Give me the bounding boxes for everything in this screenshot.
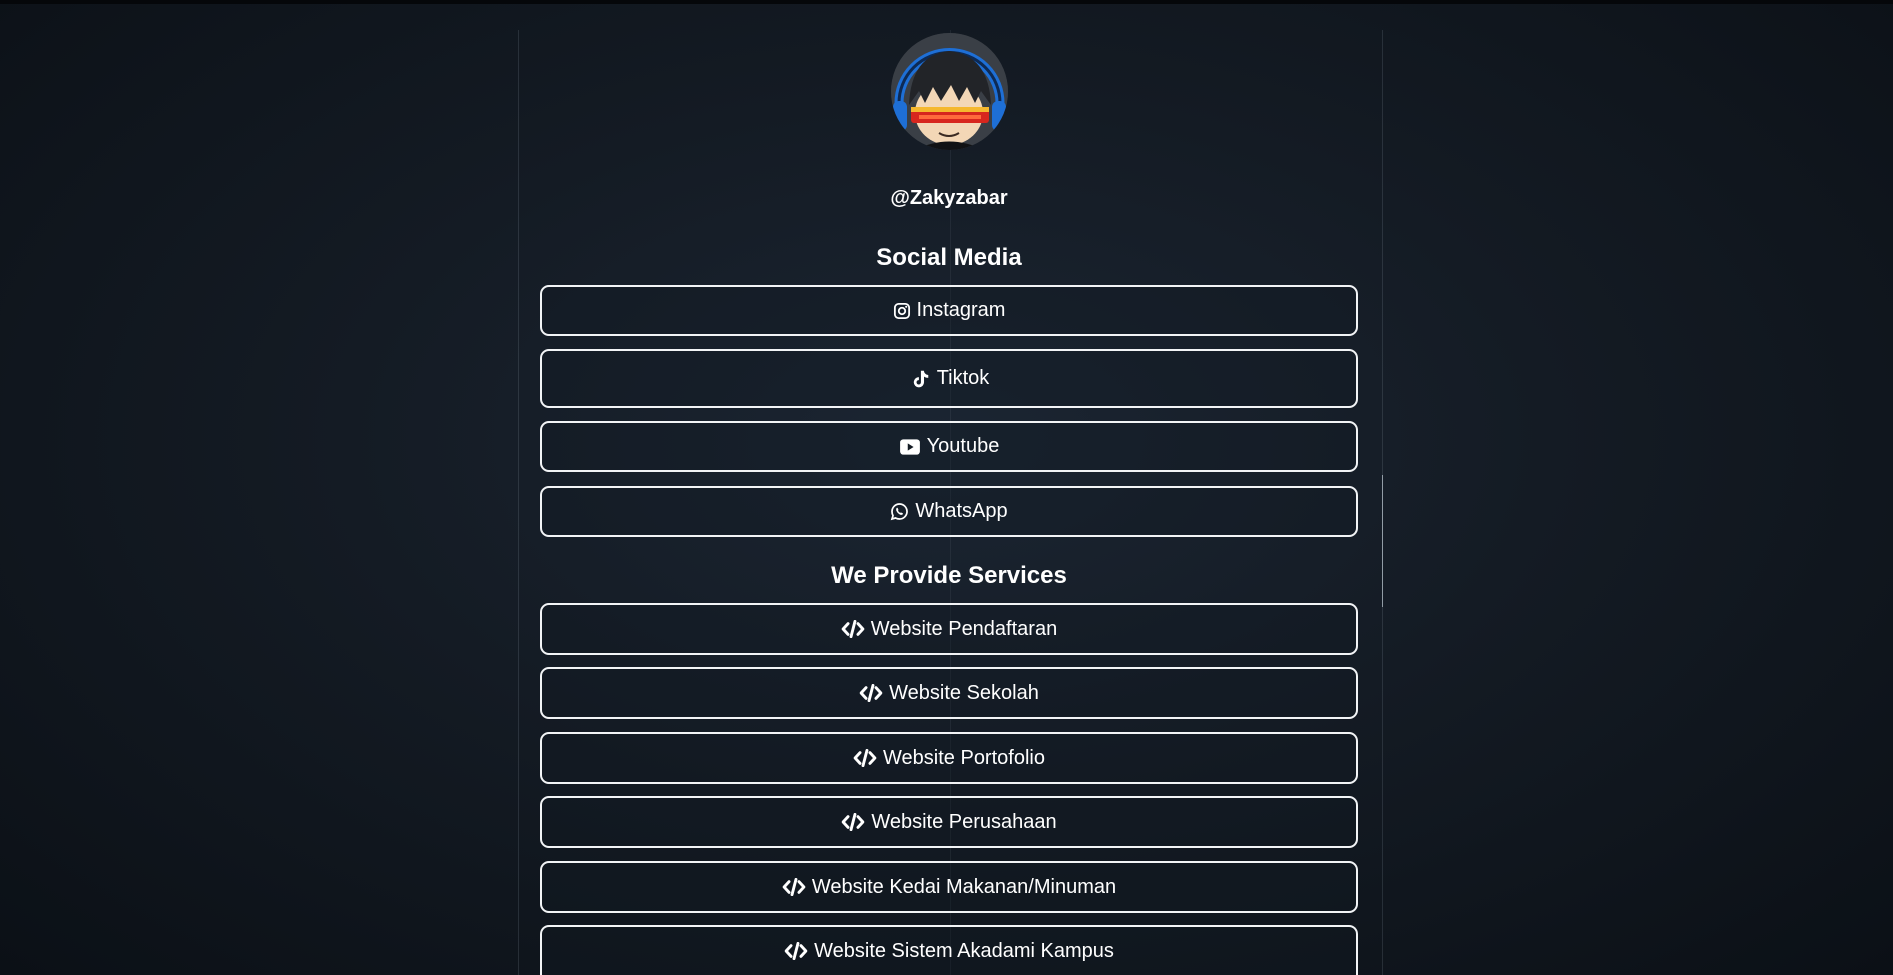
service-link-button[interactable]: Website Perusahaan (540, 796, 1358, 848)
youtube-link-label: Youtube (926, 435, 1000, 457)
whatsapp-link-label: WhatsApp (915, 500, 1008, 522)
code-icon (853, 749, 877, 767)
youtube-icon (899, 438, 921, 456)
instagram-link-label: Instagram (916, 299, 1006, 321)
service-link-label: Website Sistem Akadami Kampus (814, 939, 1114, 962)
service-link-label: Website Portofolio (883, 746, 1045, 769)
avatar (891, 33, 1008, 150)
service-link-button[interactable]: Website Kedai Makanan/Minuman (540, 861, 1358, 913)
service-link-label: Website Pendaftaran (870, 617, 1058, 640)
tiktok-link-button[interactable]: Tiktok (540, 349, 1358, 408)
section-title-social-media: Social Media (876, 244, 1022, 271)
youtube-link-button[interactable]: Youtube (540, 421, 1358, 472)
code-icon (784, 942, 808, 960)
instagram-icon (893, 302, 911, 320)
section-title-services: We Provide Services (831, 562, 1067, 589)
whatsapp-icon (890, 502, 909, 521)
code-icon (841, 620, 865, 638)
tiktok-icon (909, 368, 931, 390)
service-link-button[interactable]: Website Sekolah (540, 667, 1358, 719)
service-link-label: Website Kedai Makanan/Minuman (811, 875, 1117, 898)
service-link-button[interactable]: Website Portofolio (540, 732, 1358, 784)
username: @Zakyzabar (890, 187, 1008, 209)
service-link-label: Website Perusahaan (871, 810, 1057, 833)
service-link-button[interactable]: Website Pendaftaran (540, 603, 1358, 655)
instagram-link-button[interactable]: Instagram (540, 285, 1358, 336)
code-icon (782, 878, 806, 896)
scrollbar-thumb[interactable] (1382, 475, 1383, 607)
top-edge-strip (0, 0, 1893, 4)
code-icon (841, 813, 865, 831)
code-icon (859, 684, 883, 702)
service-link-label: Website Sekolah (889, 681, 1039, 704)
anime-avatar-icon (891, 33, 1008, 150)
whatsapp-link-button[interactable]: WhatsApp (540, 486, 1358, 537)
column-divider-left (518, 30, 519, 975)
service-link-button[interactable]: Website Sistem Akadami Kampus (540, 925, 1358, 975)
tiktok-link-label: Tiktok (936, 367, 990, 389)
